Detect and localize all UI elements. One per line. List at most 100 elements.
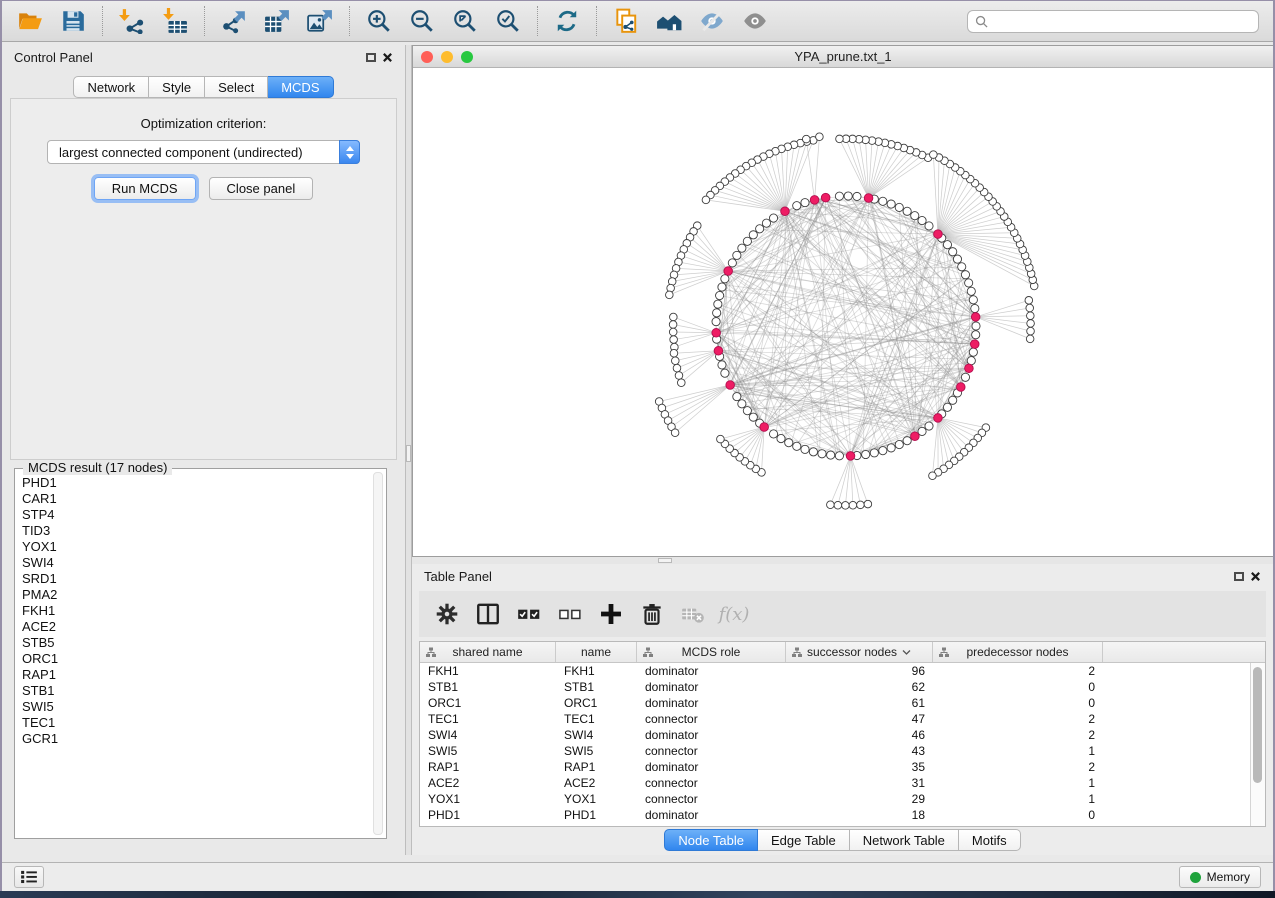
network-node[interactable] (918, 216, 926, 224)
memory-button[interactable]: Memory (1179, 866, 1261, 888)
network-node[interactable] (827, 501, 835, 509)
export-image-icon[interactable] (306, 7, 334, 35)
export-network-icon[interactable] (220, 7, 248, 35)
network-node[interactable] (712, 318, 720, 326)
mcds-result-item[interactable]: SWI4 (22, 555, 368, 571)
mcds-result-item[interactable]: YOX1 (22, 539, 368, 555)
network-node[interactable] (853, 192, 861, 200)
search-input[interactable] (993, 14, 1251, 28)
table-row[interactable]: SWI5SWI5connector431 (420, 743, 1250, 759)
network-node[interactable] (669, 321, 677, 329)
tab-select[interactable]: Select (205, 76, 268, 98)
mcds-hub-node[interactable] (911, 432, 920, 441)
network-node[interactable] (762, 219, 770, 227)
network-node[interactable] (769, 214, 777, 222)
network-node[interactable] (949, 248, 957, 256)
table-row[interactable]: TEC1TEC1connector472 (420, 711, 1250, 727)
network-node[interactable] (895, 440, 903, 448)
network-node[interactable] (671, 429, 679, 437)
network-node[interactable] (785, 439, 793, 447)
network-node[interactable] (929, 472, 937, 480)
network-node[interactable] (733, 393, 741, 401)
network-node[interactable] (965, 279, 973, 287)
network-node[interactable] (1027, 327, 1035, 335)
network-node[interactable] (1027, 320, 1035, 328)
mcds-hub-node[interactable] (726, 381, 735, 390)
show-view-icon[interactable] (741, 7, 769, 35)
column-header-successor-nodes[interactable]: successor nodes (786, 642, 933, 662)
open-icon[interactable] (16, 7, 44, 35)
mcds-result-item[interactable]: TID3 (22, 523, 368, 539)
tab-style[interactable]: Style (149, 76, 205, 98)
mcds-result-item[interactable]: SRD1 (22, 571, 368, 587)
float-panel-icon[interactable] (366, 53, 376, 62)
network-node[interactable] (967, 357, 975, 365)
splitter-handle-icon[interactable] (406, 445, 411, 462)
network-node[interactable] (943, 403, 951, 411)
network-node[interactable] (887, 444, 895, 452)
network-node[interactable] (756, 225, 764, 233)
mcds-hub-node[interactable] (934, 414, 943, 423)
network-node[interactable] (943, 241, 951, 249)
split-column-icon[interactable] (475, 601, 501, 627)
network-node[interactable] (809, 448, 817, 456)
network-node[interactable] (669, 328, 677, 336)
network-node[interactable] (801, 445, 809, 453)
column-header-name[interactable]: name (556, 642, 637, 662)
zoom-in-icon[interactable] (365, 7, 393, 35)
duplicate-network-icon[interactable] (612, 7, 640, 35)
mcds-result-item[interactable]: PMA2 (22, 587, 368, 603)
network-node[interactable] (864, 500, 872, 508)
network-node[interactable] (969, 348, 977, 356)
tab-mcds[interactable]: MCDS (268, 76, 333, 98)
network-node[interactable] (667, 284, 675, 292)
tab-edge-table[interactable]: Edge Table (758, 829, 850, 851)
mcds-hub-node[interactable] (956, 383, 965, 392)
import-network-icon[interactable] (118, 7, 146, 35)
deselect-all-icon[interactable] (557, 601, 583, 627)
mcds-result-item[interactable]: STB1 (22, 683, 368, 699)
network-node[interactable] (842, 502, 850, 510)
network-node[interactable] (733, 251, 741, 259)
mcds-result-item[interactable]: SWI5 (22, 699, 368, 715)
network-node[interactable] (716, 291, 724, 299)
network-node[interactable] (903, 207, 911, 215)
gear-icon[interactable] (434, 601, 460, 627)
network-node[interactable] (666, 291, 674, 299)
table-row[interactable]: FKH1FKH1dominator962 (420, 663, 1250, 679)
network-node[interactable] (801, 199, 809, 207)
network-node[interactable] (961, 271, 969, 279)
import-table-icon[interactable] (161, 7, 189, 35)
run-mcds-button[interactable]: Run MCDS (94, 177, 196, 200)
network-node[interactable] (749, 413, 757, 421)
column-header-shared-name[interactable]: shared name (420, 642, 556, 662)
network-node[interactable] (673, 364, 681, 372)
network-node[interactable] (793, 442, 801, 450)
mcds-result-scrollbar[interactable] (373, 472, 383, 835)
mcds-result-item[interactable]: RAP1 (22, 667, 368, 683)
mcds-hub-node[interactable] (934, 230, 943, 239)
tab-node-table[interactable]: Node Table (664, 829, 758, 851)
network-node[interactable] (887, 200, 895, 208)
network-node[interactable] (972, 322, 980, 330)
tab-motifs[interactable]: Motifs (959, 829, 1021, 851)
mcds-hub-node[interactable] (971, 313, 980, 322)
mcds-result-item[interactable]: STP4 (22, 507, 368, 523)
network-node[interactable] (670, 336, 678, 344)
network-graph[interactable] (413, 68, 1275, 556)
mcds-hub-node[interactable] (712, 329, 721, 338)
zoom-selected-icon[interactable] (494, 7, 522, 35)
float-panel-icon[interactable] (1234, 572, 1244, 581)
network-node[interactable] (870, 449, 878, 457)
task-history-button[interactable] (14, 866, 44, 888)
network-node[interactable] (958, 263, 966, 271)
network-node[interactable] (670, 349, 678, 357)
mcds-result-item[interactable]: ACE2 (22, 619, 368, 635)
mcds-result-item[interactable]: STB5 (22, 635, 368, 651)
network-node[interactable] (862, 450, 870, 458)
network-node[interactable] (1025, 297, 1033, 305)
network-node[interactable] (972, 331, 980, 339)
network-node[interactable] (677, 379, 685, 387)
network-node[interactable] (911, 212, 919, 220)
network-node[interactable] (714, 300, 722, 308)
